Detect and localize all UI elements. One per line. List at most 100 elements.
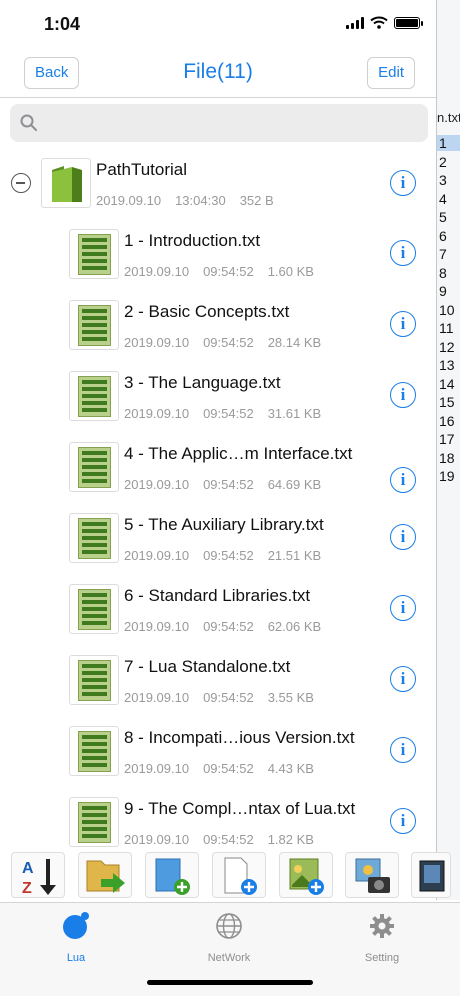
file-name: 3 - The Language.txt xyxy=(124,373,281,392)
file-info-button[interactable]: i xyxy=(390,240,416,266)
folder-thumbnail xyxy=(41,158,91,208)
file-name: 2 - Basic Concepts.txt xyxy=(124,302,290,321)
file-info-button[interactable]: i xyxy=(390,666,416,692)
file-time: 09:54:52 xyxy=(203,832,254,847)
sort-az-button[interactable]: A Z xyxy=(11,852,65,898)
file-thumbnail xyxy=(69,797,119,847)
tab-network[interactable]: NetWork xyxy=(179,911,279,964)
tab-lua[interactable]: Lua xyxy=(26,911,126,964)
folder-time: 13:04:30 xyxy=(175,193,226,208)
svg-text:Z: Z xyxy=(22,880,32,897)
move-file-button[interactable] xyxy=(78,852,132,898)
file-info-button[interactable]: i xyxy=(390,311,416,337)
file-size: 3.55 KB xyxy=(267,690,314,705)
status-bar: 1:04 xyxy=(0,0,436,50)
index-item[interactable]: 19 xyxy=(439,468,455,484)
index-item[interactable]: 17 xyxy=(439,431,455,447)
text-file-icon xyxy=(78,518,111,559)
file-thumbnail xyxy=(69,300,119,350)
file-time: 09:54:52 xyxy=(203,477,254,492)
index-item[interactable]: 6 xyxy=(439,228,447,244)
file-info-button[interactable]: i xyxy=(390,382,416,408)
index-item[interactable]: 11 xyxy=(439,320,454,336)
index-item[interactable]: 9 xyxy=(439,283,447,299)
index-item[interactable]: 2 xyxy=(439,154,447,170)
lua-icon xyxy=(63,912,89,939)
file-info-button[interactable]: i xyxy=(390,808,416,834)
folder-icon xyxy=(52,166,82,202)
index-item[interactable]: 3 xyxy=(439,172,447,188)
file-meta: 2019.09.10 09:54:52 64.69 KB xyxy=(124,477,335,492)
new-file-button[interactable] xyxy=(212,852,266,898)
index-item[interactable]: 5 xyxy=(439,209,447,225)
file-info-button[interactable]: i xyxy=(390,467,416,493)
file-row[interactable]: 4 - The Applic…m Interface.txt 2019.09.10… xyxy=(0,436,436,507)
status-time: 1:04 xyxy=(44,14,81,34)
index-item[interactable]: 15 xyxy=(439,394,455,410)
index-item[interactable]: 7 xyxy=(439,246,447,262)
text-file-icon xyxy=(78,589,111,630)
folder-meta: 2019.09.10 13:04:30 352 B xyxy=(96,193,288,208)
edit-button[interactable]: Edit xyxy=(367,57,415,89)
section-index[interactable]: n.txt 1 2 3 4 5 6 7 8 9 10 11 12 13 14 15 16 17 18 19 xyxy=(436,0,460,900)
search-bar[interactable] xyxy=(10,104,428,142)
index-item[interactable]: 12 xyxy=(439,339,455,355)
file-row[interactable]: 3 - The Language.txt 2019.09.10 09:54:52 31… xyxy=(0,365,436,436)
slideshow-icon xyxy=(419,860,445,892)
text-file-icon xyxy=(78,234,111,275)
file-row[interactable]: 7 - Lua Standalone.txt 2019.09.10 09:54:52… xyxy=(0,649,436,720)
file-row[interactable]: 8 - Incompati…ious Version.txt 2019.09.10… xyxy=(0,720,436,791)
folder-size: 352 B xyxy=(239,193,274,208)
file-size: 4.43 KB xyxy=(267,761,314,776)
tab-setting[interactable]: Setting xyxy=(332,911,432,964)
file-date: 2019.09.10 xyxy=(124,690,190,705)
text-file-icon xyxy=(78,376,111,417)
file-name: 9 - The Compl…ntax of Lua.txt xyxy=(124,799,356,818)
file-row[interactable]: 5 - The Auxiliary Library.txt 2019.09.10 0… xyxy=(0,507,436,578)
index-item[interactable]: 10 xyxy=(439,302,455,318)
file-meta: 2019.09.10 09:54:52 1.60 KB xyxy=(124,264,328,279)
file-info-button[interactable]: i xyxy=(390,595,416,621)
navigation-bar: Back File(11) Edit xyxy=(0,50,436,98)
file-thumbnail xyxy=(69,371,119,421)
more-tools-button[interactable] xyxy=(411,852,451,898)
index-item[interactable]: 13 xyxy=(439,357,455,373)
search-input[interactable] xyxy=(46,104,416,142)
tab-label-setting: Setting xyxy=(364,952,400,964)
file-meta: 2019.09.10 09:54:52 1.82 KB xyxy=(124,832,328,847)
file-size: 64.69 KB xyxy=(267,477,322,492)
camera-button[interactable] xyxy=(345,852,399,898)
file-date: 2019.09.10 xyxy=(124,477,190,492)
file-info-button[interactable]: i xyxy=(390,737,416,763)
wifi-icon xyxy=(370,16,388,29)
file-size: 62.06 KB xyxy=(267,619,322,634)
signal-icon xyxy=(346,16,364,29)
file-thumbnail xyxy=(69,229,119,279)
file-meta: 2019.09.10 09:54:52 21.51 KB xyxy=(124,548,335,563)
file-date: 2019.09.10 xyxy=(124,335,190,350)
home-indicator xyxy=(147,980,313,985)
file-size: 28.14 KB xyxy=(267,335,322,350)
file-name: 6 - Standard Libraries.txt xyxy=(124,586,311,605)
index-item[interactable]: 8 xyxy=(439,265,447,281)
folder-info-button[interactable]: i xyxy=(390,170,416,196)
status-icons xyxy=(346,16,423,29)
add-image-button[interactable] xyxy=(279,852,333,898)
index-item[interactable]: 14 xyxy=(439,376,455,392)
file-row[interactable]: 2 - Basic Concepts.txt 2019.09.10 09:54:52… xyxy=(0,294,436,365)
file-time: 09:54:52 xyxy=(203,761,254,776)
index-item[interactable]: 1 xyxy=(437,135,460,151)
file-info-button[interactable]: i xyxy=(390,524,416,550)
index-item[interactable]: 16 xyxy=(439,413,455,429)
folder-row[interactable]: PathTutorial 2019.09.10 13:04:30 352 B i xyxy=(0,152,436,223)
index-item[interactable]: 18 xyxy=(439,450,455,466)
file-date: 2019.09.10 xyxy=(124,548,190,563)
sort-az-icon: A Z xyxy=(22,859,56,897)
file-row[interactable]: 6 - Standard Libraries.txt 2019.09.10 09:5… xyxy=(0,578,436,649)
new-folder-button[interactable] xyxy=(145,852,199,898)
index-item[interactable]: 4 xyxy=(439,191,447,207)
index-header: n.txt xyxy=(437,110,460,125)
file-thumbnail xyxy=(69,513,119,563)
file-row[interactable]: 1 - Introduction.txt 2019.09.10 09:54:52 1.… xyxy=(0,223,436,294)
file-meta: 2019.09.10 09:54:52 62.06 KB xyxy=(124,619,335,634)
